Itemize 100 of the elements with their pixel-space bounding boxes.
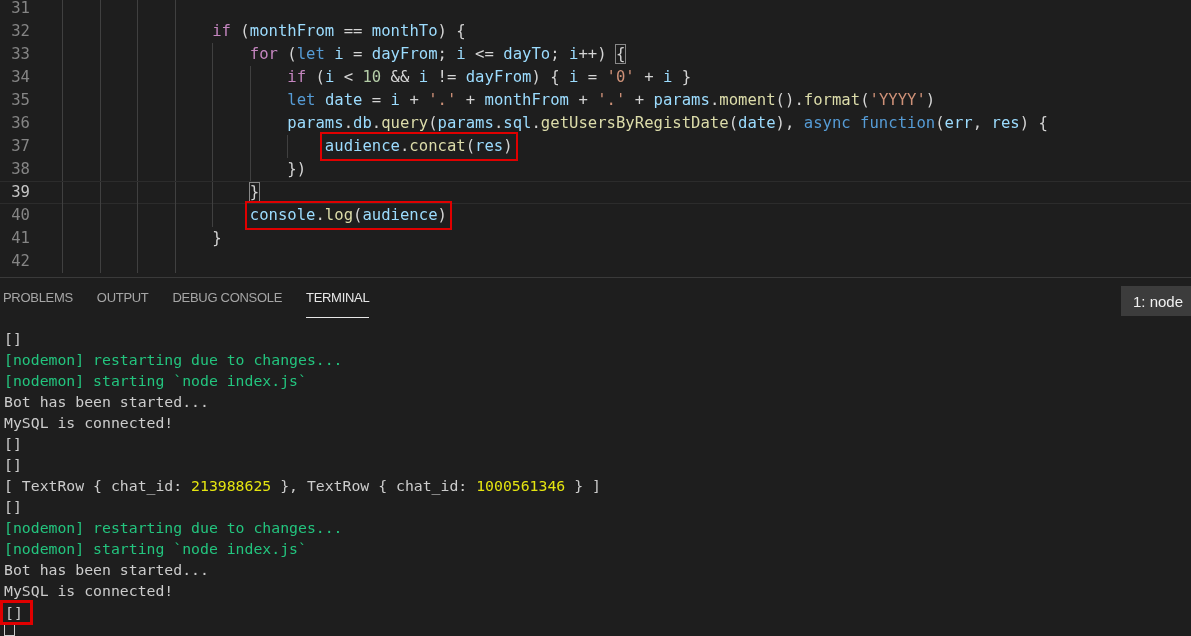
line-number: 42 (10, 251, 31, 272)
code-token: ; (550, 45, 561, 63)
line-number: 38 (10, 159, 31, 180)
line-number: 41 (10, 228, 31, 249)
code-token: && (389, 68, 411, 86)
code-token: res (991, 114, 1020, 132)
code-token: for (249, 45, 278, 63)
code-token: ), (775, 114, 796, 132)
code-token: function (860, 114, 936, 132)
code-token: ( (728, 114, 738, 132)
terminal-text: MySQL is connected! (4, 582, 174, 599)
terminal-select[interactable]: 1: node (1120, 286, 1191, 316)
code-token: . (709, 91, 720, 109)
code-token: if (287, 68, 307, 86)
code-token: ( (353, 206, 363, 224)
terminal-text: 1000561346 (476, 477, 566, 494)
code-token: monthTo (371, 22, 438, 40)
code-token: ( (314, 68, 325, 86)
panel-tab[interactable]: DEBUG CONSOLE (172, 278, 282, 318)
code-token: == (342, 22, 364, 40)
terminal-text: Bot has been started... (4, 393, 209, 410)
line-number: 39 (10, 182, 31, 203)
code-token: ( (286, 45, 297, 63)
code-token: + (408, 91, 420, 109)
code-token: dayFrom (371, 45, 438, 63)
code-token: '0' (606, 68, 635, 86)
code-token: = (352, 45, 364, 63)
terminal-text: [] (4, 456, 22, 473)
code-token: date (738, 114, 776, 132)
terminal-text: [nodemon] restarting due to changes... (4, 519, 343, 536)
terminal-text: }, TextRow { chat_id: (279, 477, 469, 494)
code-token: audience (362, 206, 438, 224)
terminal-text: [] (4, 330, 22, 347)
terminal-text: [nodemon] restarting due to changes... (4, 351, 343, 368)
line-number: 33 (10, 44, 31, 65)
code-token: ) (925, 91, 936, 109)
code-token: console (249, 206, 316, 224)
code-token: ) { (531, 68, 561, 86)
code-token: ( (239, 22, 250, 40)
code-token: params (653, 91, 710, 109)
code-token: ) { (437, 22, 466, 40)
code-token: async (803, 114, 852, 132)
code-token: log (324, 206, 354, 224)
code-token: i (390, 91, 400, 109)
code-token: '.' (428, 91, 457, 109)
panel-tab[interactable]: OUTPUT (96, 278, 149, 318)
line-number: 36 (10, 113, 31, 134)
code-token: (). (775, 91, 804, 109)
line-number: 40 (10, 205, 31, 226)
code-token: monthFrom (484, 91, 569, 109)
panel-tab[interactable]: PROBLEMS (3, 278, 73, 318)
code-token: = (586, 68, 599, 86)
code-token: . (315, 206, 325, 224)
code-token: i (324, 68, 335, 86)
code-token: . (343, 114, 354, 132)
code-token: dayFrom (465, 68, 532, 86)
code-token: 10 (362, 68, 382, 86)
line-number: 37 (10, 136, 31, 157)
code-token: ; (437, 45, 448, 63)
terminal-text: 213988625 (191, 477, 272, 494)
code-token: < (342, 68, 355, 86)
terminal-text: [nodemon] starting `node index.js` (4, 372, 307, 389)
code-token: i (456, 45, 466, 63)
code-token: 'YYYY' (869, 91, 926, 109)
code-token: + (643, 68, 655, 86)
code-token: ) (503, 137, 513, 155)
code-token: i (662, 68, 673, 86)
code-token: } (680, 68, 692, 86)
code-token: != (436, 68, 458, 86)
code-token: let (287, 91, 317, 109)
code-token: <= (474, 45, 495, 63)
terminal-text: } ] (573, 477, 601, 494)
line-number: 31 (10, 0, 31, 19)
terminal-text: [] (4, 435, 22, 452)
panel-tab[interactable]: TERMINAL (306, 278, 370, 318)
code-token: params (437, 114, 494, 132)
code-token: , (972, 114, 984, 132)
code-token: let (296, 45, 326, 63)
code-token: }) (287, 160, 307, 178)
code-token: dayTo (503, 45, 551, 63)
code-token: i (569, 68, 579, 86)
terminal-text: [] (4, 498, 22, 515)
code-token: i (334, 45, 344, 63)
code-token: format (803, 91, 861, 109)
code-token: + (464, 91, 477, 109)
cursor-icon (4, 624, 15, 636)
code-token: date (324, 91, 363, 109)
code-token: res (475, 137, 504, 155)
code-token: if (212, 22, 231, 40)
line-number: 34 (10, 67, 31, 88)
code-token: + (577, 91, 589, 109)
code-token: = (370, 91, 383, 109)
terminal-text: Bot has been started... (4, 561, 209, 578)
terminal-text: [ TextRow { chat_id: (4, 477, 184, 494)
code-token: i (418, 68, 429, 86)
code-token: { (615, 45, 626, 63)
code-token: getUsersByRegistDate (540, 114, 729, 132)
code-token: err (944, 114, 973, 132)
code-token: audience (324, 137, 400, 155)
code-token: moment (719, 91, 776, 109)
